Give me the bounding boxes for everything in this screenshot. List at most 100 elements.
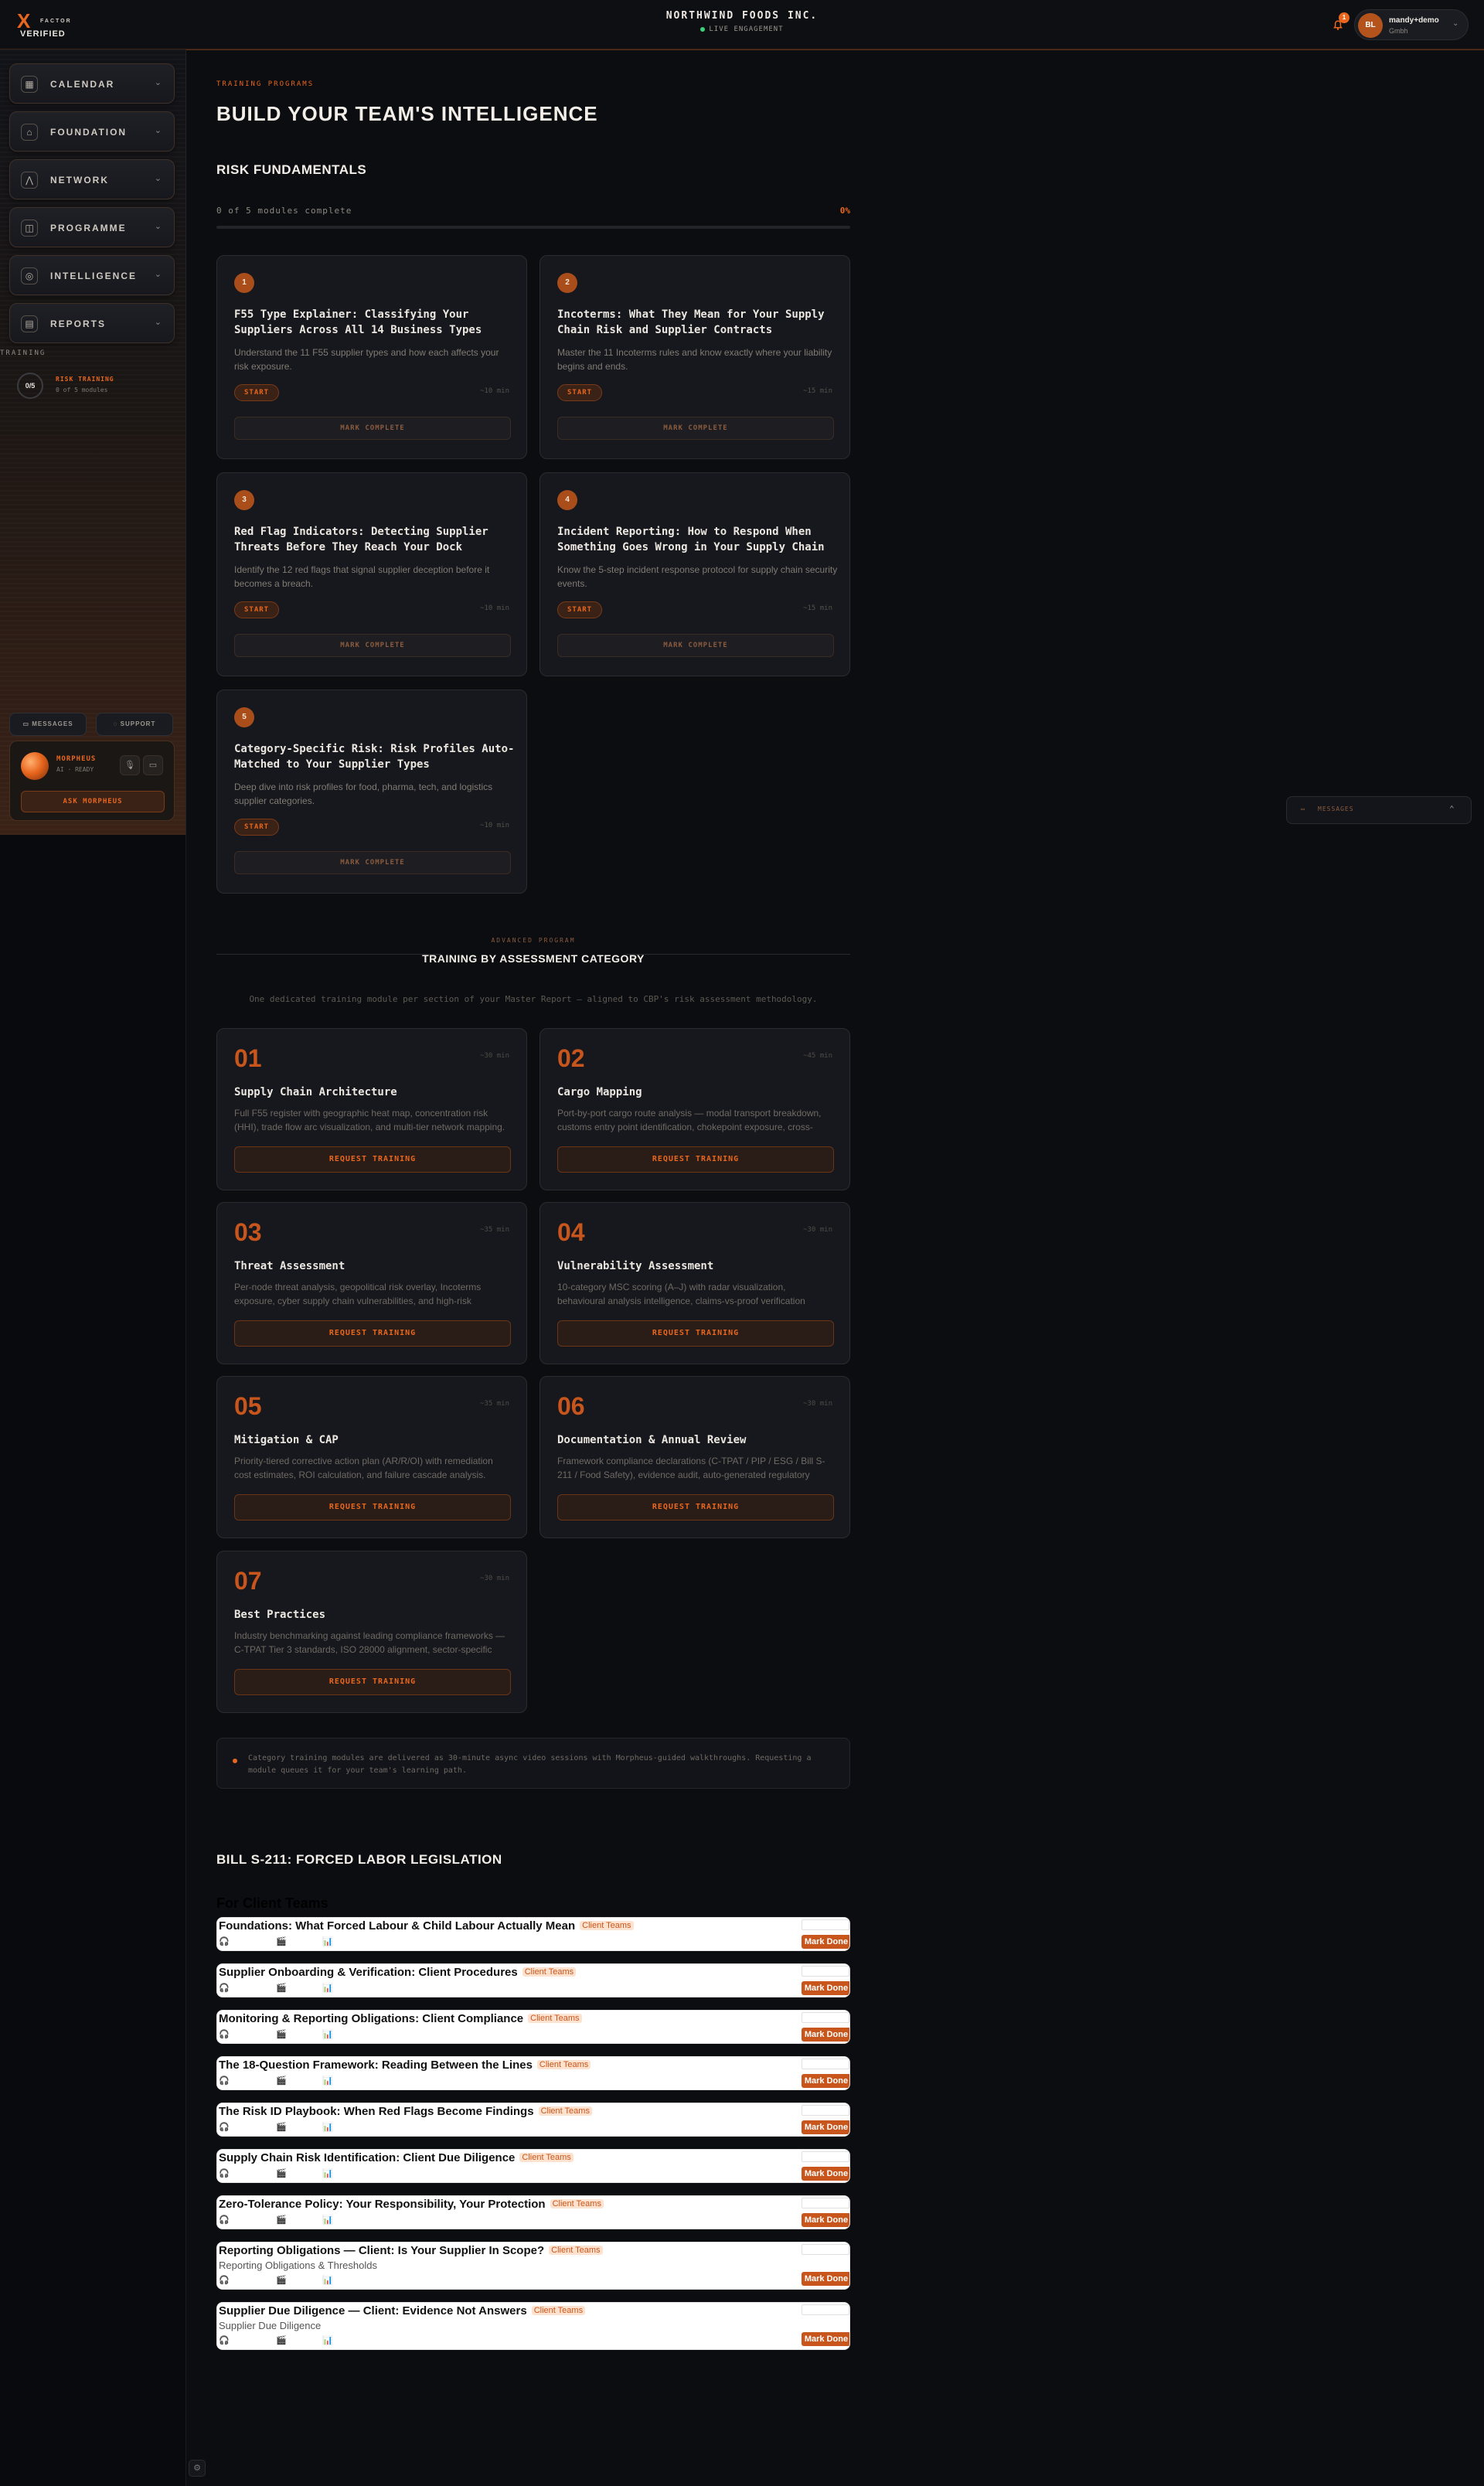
category-card: 02 ~45 min Cargo Mapping Port-by-port cargo… [539, 1028, 850, 1190]
client-teams-badge: Client Teams [531, 2306, 586, 2315]
module-number: 1 [234, 273, 254, 293]
lesson-subtitle: Reporting Obligations & Thresholds [219, 2260, 377, 2271]
factor-verified-logo[interactable]: X FACTOR VERIFIED [17, 11, 71, 40]
request-training-button[interactable]: REQUEST TRAINING [234, 1494, 511, 1521]
mark-done-button[interactable]: Mark Done [802, 2028, 849, 2042]
lesson-row[interactable]: The Risk ID Playbook: When Red Flags Bec… [216, 2103, 850, 2137]
risk-fundamentals-heading: RISK FUNDAMENTALS [216, 162, 367, 177]
chart-icon: 📊 [322, 2276, 333, 2285]
category-description: Full F55 register with geographic heat m… [234, 1108, 505, 1132]
bill-section-subtitle: For Client Teams [216, 1895, 328, 1911]
bill-section-heading: BILL S-211: FORCED LABOR LEGISLATION [216, 1852, 502, 1867]
request-training-button[interactable]: REQUEST TRAINING [557, 1494, 834, 1521]
microphone-button[interactable]: 🎙 [120, 755, 140, 775]
completion-checkbox[interactable] [802, 1919, 849, 1930]
mark-complete-button[interactable]: MARK COMPLETE [234, 851, 511, 874]
mark-done-button[interactable]: Mark Done [802, 2272, 849, 2286]
floating-messages-button[interactable]: ▭ MESSAGES ⌃ [1286, 796, 1472, 824]
mark-done-button[interactable]: Mark Done [802, 2074, 849, 2088]
completion-checkbox[interactable] [802, 2059, 849, 2069]
chevron-down-icon: ⌄ [154, 78, 162, 87]
chart-icon: 📊 [322, 2030, 333, 2039]
mark-done-button[interactable]: Mark Done [802, 2120, 849, 2134]
settings-button[interactable]: ⚙ [189, 2460, 206, 2477]
chevron-down-icon: ⌄ [1452, 19, 1459, 28]
mark-complete-button[interactable]: MARK COMPLETE [234, 417, 511, 440]
messages-button[interactable]: ▭ MESSAGES [9, 713, 87, 736]
sidebar-item-programme[interactable]: ◫ PROGRAMME ⌄ [9, 207, 175, 247]
start-button[interactable]: START [234, 819, 280, 836]
lesson-row[interactable]: The 18-Question Framework: Reading Betwe… [216, 2056, 850, 2090]
logo-bottom-text: VERIFIED [20, 29, 66, 39]
chat-button[interactable]: ▭ [143, 755, 163, 775]
mark-complete-button[interactable]: MARK COMPLETE [234, 634, 511, 657]
completion-checkbox[interactable] [802, 2244, 849, 2255]
sidebar-item-foundation[interactable]: ⌂ FOUNDATION ⌄ [9, 111, 175, 152]
category-card: 05 ~35 min Mitigation & CAP Priority-tiered… [216, 1376, 527, 1538]
ask-morpheus-button[interactable]: ASK MORPHEUS [21, 791, 165, 812]
request-training-button[interactable]: REQUEST TRAINING [557, 1146, 834, 1173]
lesson-row[interactable]: Supplier Onboarding & Verification: Clie… [216, 1963, 850, 1997]
progress-title: RISK TRAINING [56, 376, 114, 383]
category-duration: ~30 min [480, 1052, 509, 1060]
mark-done-button[interactable]: Mark Done [802, 2167, 849, 2181]
category-number: 04 [557, 1218, 585, 1246]
start-button[interactable]: START [234, 384, 280, 401]
category-card: 06 ~30 min Documentation & Annual Review Fr… [539, 1376, 850, 1538]
lesson-row[interactable]: Supplier Due Diligence — Client: Evidenc… [216, 2302, 850, 2350]
engagement-status-label: LIVE ENGAGEMENT [709, 26, 784, 33]
modules-progress-percent: 0% [839, 206, 850, 216]
lesson-row[interactable]: Zero-Tolerance Policy: Your Responsibili… [216, 2195, 850, 2229]
lesson-row[interactable]: Supply Chain Risk Identification: Client… [216, 2149, 850, 2183]
mark-complete-button[interactable]: MARK COMPLETE [557, 634, 834, 657]
chat-icon: ▭ [22, 720, 32, 727]
start-button[interactable]: START [557, 601, 603, 618]
client-teams-badge: Client Teams [538, 2106, 592, 2116]
user-role: Gmbh [1389, 27, 1408, 35]
category-card: 04 ~30 min Vulnerability Assessment 10-cate… [539, 1202, 850, 1364]
lesson-row[interactable]: Reporting Obligations — Client: Is Your … [216, 2242, 850, 2290]
mark-done-button[interactable]: Mark Done [802, 2213, 849, 2227]
category-description: Industry benchmarking against leading co… [234, 1630, 505, 1655]
user-name: mandy+demo [1389, 16, 1439, 25]
support-button[interactable]: ◌ SUPPORT [96, 713, 173, 736]
mark-done-button[interactable]: Mark Done [802, 1935, 849, 1949]
request-training-button[interactable]: REQUEST TRAINING [557, 1320, 834, 1347]
sidebar-item-reports[interactable]: ▤ REPORTS ⌄ [9, 303, 175, 343]
client-teams-badge: Client Teams [528, 2014, 582, 2023]
company-block: NORTHWIND FOODS INC. LIVE ENGAGEMENT [587, 10, 897, 33]
mark-done-button[interactable]: Mark Done [802, 2332, 849, 2346]
completion-checkbox[interactable] [802, 2012, 849, 2023]
category-duration: ~30 min [803, 1400, 832, 1408]
completion-checkbox[interactable] [802, 1966, 849, 1977]
completion-checkbox[interactable] [802, 2304, 849, 2315]
mark-complete-button[interactable]: MARK COMPLETE [557, 417, 834, 440]
request-training-button[interactable]: REQUEST TRAINING [234, 1320, 511, 1347]
category-title: Best Practices [234, 1609, 326, 1621]
risk-training-progress[interactable]: 0/5 RISK TRAINING 0 of 5 modules [17, 371, 172, 402]
lesson-row[interactable]: Monitoring & Reporting Obligations: Clie… [216, 2010, 850, 2044]
lesson-row[interactable]: Foundations: What Forced Labour & Child … [216, 1917, 850, 1951]
sidebar-item-intelligence[interactable]: ◎ INTELLIGENCE ⌄ [9, 255, 175, 295]
request-training-button[interactable]: REQUEST TRAINING [234, 1669, 511, 1695]
module-title: Red Flag Indicators: Detecting Supplier … [234, 526, 488, 553]
chevron-down-icon: ⌄ [154, 174, 162, 183]
start-button[interactable]: START [557, 384, 603, 401]
delivery-note: Category training modules are delivered … [216, 1738, 850, 1789]
notifications-button[interactable]: 1 [1331, 12, 1350, 32]
modules-progress-text: 0 of 5 modules complete [216, 206, 352, 216]
user-menu[interactable]: BL mandy+demo Gmbh ⌄ [1354, 9, 1469, 40]
request-training-button[interactable]: REQUEST TRAINING [234, 1146, 511, 1173]
start-button[interactable]: START [234, 601, 280, 618]
mark-done-button[interactable]: Mark Done [802, 1981, 849, 1995]
module-card: 5 Category-Specific Risk: Risk Profiles A… [216, 690, 527, 894]
completion-checkbox[interactable] [802, 2151, 849, 2162]
category-description: 10-category MSC scoring (A–J) with radar… [557, 1282, 805, 1306]
advanced-subtitle: One dedicated training module per sectio… [249, 994, 818, 1004]
category-description: Port-by-port cargo route analysis — moda… [557, 1108, 822, 1132]
sidebar-item-network[interactable]: ⋀ NETWORK ⌄ [9, 159, 175, 199]
completion-checkbox[interactable] [802, 2105, 849, 2116]
module-duration: ~10 min [480, 387, 509, 395]
completion-checkbox[interactable] [802, 2198, 849, 2208]
sidebar-item-calendar[interactable]: ▦ CALENDAR ⌄ [9, 63, 175, 104]
